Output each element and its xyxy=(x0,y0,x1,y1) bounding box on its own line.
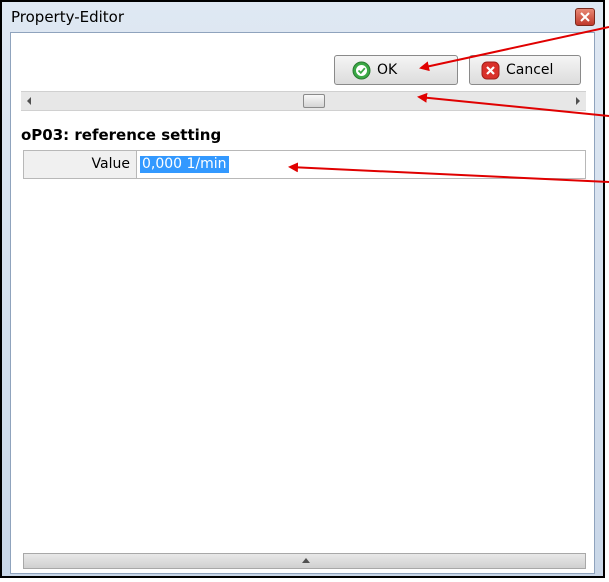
cancel-button[interactable]: Cancel xyxy=(469,55,581,85)
arrow-up-icon xyxy=(302,558,310,563)
editor-client-area: OK Cancel oP03: reference setting Value xyxy=(10,32,595,574)
property-label: Value xyxy=(24,151,137,178)
close-icon xyxy=(580,12,590,22)
close-button[interactable] xyxy=(575,8,595,26)
arrow-right-icon[interactable] xyxy=(576,97,580,105)
page: Property-Editor OK Cancel oP03: referenc… xyxy=(0,0,609,582)
horizontal-scrollbar[interactable] xyxy=(21,91,586,111)
checkmark-icon xyxy=(352,61,371,79)
property-editor-window: Property-Editor OK Cancel oP03: referenc… xyxy=(0,0,605,578)
expand-panel-bar[interactable] xyxy=(23,553,586,569)
value-input[interactable]: 0,000 1/min xyxy=(140,156,229,173)
ok-button-label: OK xyxy=(377,62,398,78)
window-title: Property-Editor xyxy=(11,8,125,26)
title-bar: Property-Editor xyxy=(2,2,603,32)
toolbar: OK Cancel xyxy=(11,33,594,91)
ok-button[interactable]: OK xyxy=(334,55,458,85)
arrow-left-icon[interactable] xyxy=(27,97,31,105)
cancel-x-icon xyxy=(481,61,500,79)
property-section-title: oP03: reference setting xyxy=(21,126,222,144)
property-row: Value 0,000 1/min xyxy=(23,150,586,179)
cancel-button-label: Cancel xyxy=(506,62,554,78)
scrollbar-thumb[interactable] xyxy=(303,94,325,108)
